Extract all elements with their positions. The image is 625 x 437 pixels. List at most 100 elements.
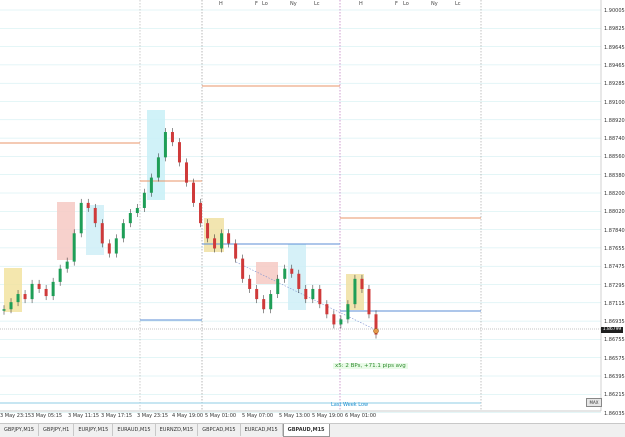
symbol-tab[interactable]: GBPCAD,M15 — [198, 424, 241, 436]
price-tick-label: 1.88740 — [604, 136, 625, 143]
symbol-tabs[interactable]: GBPJPY,M15 GBPJPY,H1 EURJPY,M15 EURAUD,M15 E… — [0, 423, 625, 437]
price-tick-label: 1.89285 — [604, 81, 625, 88]
price-chart[interactable]: 1.90005 1.89825 1.89645 1.89465 1.89285 1.891… — [0, 0, 625, 436]
price-tick-label: 1.89825 — [604, 26, 625, 33]
session-label: Lc — [314, 1, 320, 7]
price-tick-label: 1.89645 — [604, 44, 625, 51]
candle-body — [332, 314, 336, 325]
candle-body — [255, 288, 259, 300]
price-tick-label: 1.88020 — [604, 209, 625, 216]
session-separators — [139, 0, 482, 411]
candle-body — [93, 207, 97, 224]
candle-body — [128, 213, 132, 224]
candle-body — [58, 268, 62, 282]
candle-body — [248, 278, 252, 289]
price-tick-label: 1.88560 — [604, 154, 625, 161]
candle-body — [311, 288, 315, 300]
price-tick-label: 1.86215 — [604, 392, 625, 399]
session-label: Ny — [431, 1, 438, 7]
time-tick-label: 5 May 19:00 — [312, 413, 344, 419]
candle-body — [353, 278, 357, 305]
session-label: H — [359, 1, 363, 7]
candle-body — [16, 294, 20, 303]
candle-body — [241, 258, 245, 279]
candle-body — [360, 278, 364, 289]
time-tick-label: 3 May 17:15 — [101, 413, 133, 419]
time-tick-label: 4 May 19:00 — [172, 413, 204, 419]
session-zone — [147, 110, 165, 200]
candle-body — [177, 142, 181, 163]
session-label: Lo — [403, 1, 409, 7]
symbol-tab[interactable]: GBPAUD,M15 — [282, 424, 330, 437]
price-tick-label: 1.86575 — [604, 355, 625, 362]
current-price-label: 1.86799 — [601, 327, 623, 333]
candle-body — [234, 243, 238, 259]
candle-body — [297, 273, 301, 289]
candle-body — [227, 233, 231, 244]
candle-body — [269, 294, 273, 310]
candle-body — [107, 243, 111, 254]
candle-body — [283, 268, 287, 279]
time-tick-label: 5 May 13:00 — [279, 413, 311, 419]
candle-body — [100, 223, 104, 244]
session-label: H — [219, 1, 223, 7]
candle-body — [325, 304, 329, 315]
price-tick-label: 1.87475 — [604, 264, 625, 271]
candle-body — [213, 238, 217, 249]
candle-body — [114, 238, 118, 254]
candle-body — [163, 132, 167, 158]
candle-body — [135, 207, 139, 214]
price-tick-label: 1.87655 — [604, 245, 625, 252]
symbol-tab[interactable]: EURJPY,M15 — [74, 424, 114, 436]
price-tick-label: 1.87115 — [604, 300, 625, 307]
candle-body — [37, 283, 41, 289]
session-label: Lc — [455, 1, 461, 7]
session-zone — [4, 268, 22, 312]
candle-body — [23, 294, 27, 300]
price-tick-label: 1.87840 — [604, 227, 625, 234]
chart-canvas[interactable] — [0, 0, 625, 436]
time-tick-label: 3 May 05:15 — [31, 413, 63, 419]
candle-body — [220, 233, 224, 249]
candle-body — [156, 157, 160, 178]
symbol-tab[interactable]: GBPJPY,M15 — [0, 424, 40, 436]
last-week-low-label: Last Week Low — [331, 402, 369, 408]
price-tick-label: 1.86935 — [604, 319, 625, 326]
price-tick-label: 1.89465 — [604, 62, 625, 69]
symbol-tab[interactable]: EURCAD,M15 — [241, 424, 283, 436]
candle-body — [304, 288, 308, 300]
candle-body — [346, 304, 350, 320]
candle-body — [86, 202, 90, 208]
session-label: F — [395, 1, 398, 7]
session-label: F — [255, 1, 258, 7]
candle-body — [142, 192, 146, 208]
candle-body — [121, 223, 125, 239]
candle-body — [30, 283, 34, 300]
session-zone — [288, 244, 306, 310]
candle-body — [149, 177, 153, 193]
candle-body — [65, 261, 69, 269]
price-tick-label: 1.86755 — [604, 337, 625, 344]
candle-body — [199, 202, 203, 224]
symbol-tab[interactable]: GBPJPY,H1 — [39, 424, 75, 436]
symbol-tab[interactable]: EURAUD,M15 — [113, 424, 156, 436]
session-label: Ny — [290, 1, 297, 7]
time-tick-label: 3 May 23:15 — [0, 413, 32, 419]
price-tick-label: 1.90005 — [604, 8, 625, 14]
session-zone — [57, 202, 75, 260]
candle-body — [44, 288, 48, 297]
price-tick-label: 1.88380 — [604, 172, 625, 179]
max-button[interactable]: MAX — [586, 398, 602, 407]
stats-annotation: x5: 2 BPs, +71.1 pips avg — [333, 363, 408, 369]
candle-body — [184, 162, 188, 183]
symbol-tab[interactable]: EURNZD,M15 — [156, 424, 199, 436]
session-label: Lo — [262, 1, 268, 7]
session-zones — [4, 110, 364, 312]
candle-body — [339, 319, 343, 325]
candle-body — [79, 202, 83, 234]
price-tick-label: 1.89100 — [604, 99, 625, 106]
price-tick-label: 1.86035 — [604, 410, 625, 417]
current-price-marker — [373, 328, 379, 334]
time-tick-label: 3 May 23:15 — [137, 413, 169, 419]
candle-body — [9, 302, 13, 310]
